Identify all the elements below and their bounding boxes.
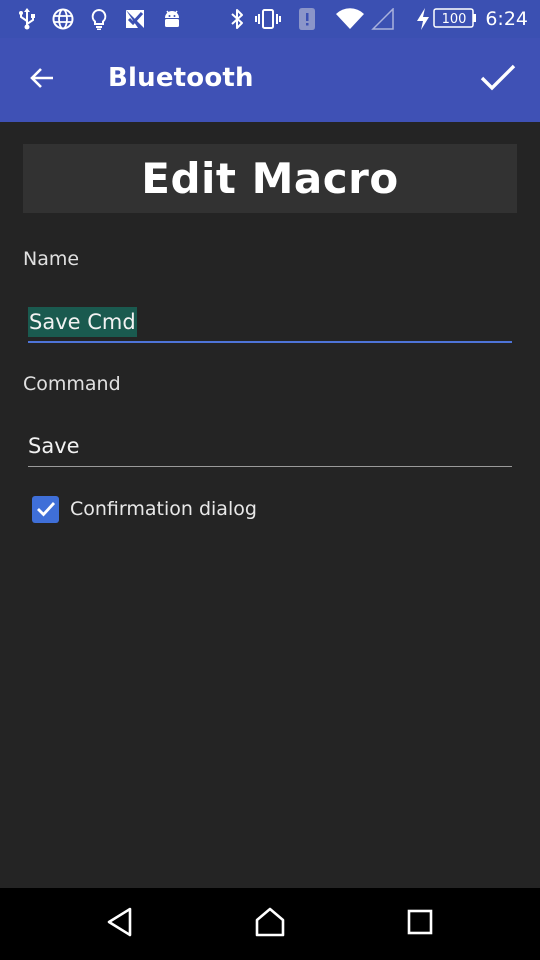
app-bar-title: Bluetooth [108, 63, 254, 93]
globe-icon [51, 7, 75, 31]
arrow-left-icon [29, 67, 55, 94]
edit-macro-header: Edit Macro [23, 144, 517, 213]
sim-alert-icon [296, 7, 318, 31]
name-label: Name [23, 248, 80, 270]
name-field-underline [28, 341, 512, 343]
page-title: Edit Macro [141, 154, 399, 203]
charging-icon [415, 7, 431, 31]
navigation-bar [0, 888, 540, 960]
app-bar: Bluetooth [0, 38, 540, 122]
battery-level: 100 [441, 11, 467, 27]
confirmation-checkbox-label: Confirmation dialog [70, 498, 257, 520]
android-icon [160, 7, 184, 31]
vibrate-icon [254, 7, 282, 31]
confirmation-dialog-row[interactable]: Confirmation dialog [32, 495, 257, 523]
nav-recents-button[interactable] [398, 904, 442, 944]
battery-icon: 100 [433, 7, 477, 31]
cell-signal-icon [370, 7, 396, 31]
confirmation-checkbox[interactable] [32, 495, 59, 523]
command-label: Command [23, 373, 121, 395]
wifi-icon [334, 7, 366, 31]
name-field[interactable]: Save Cmd [28, 303, 512, 343]
home-icon [254, 907, 286, 942]
command-field[interactable]: Save [28, 427, 512, 467]
check-flag-icon [123, 7, 147, 31]
nav-back-button[interactable] [98, 904, 142, 944]
back-button[interactable] [20, 58, 64, 102]
recents-icon [407, 909, 433, 940]
command-field-value: Save [28, 434, 80, 458]
status-bar: 100 6:24 [0, 0, 540, 38]
checkmark-icon [36, 502, 55, 517]
back-triangle-icon [106, 907, 134, 942]
bluetooth-icon [227, 7, 247, 31]
check-icon [480, 64, 516, 97]
name-field-value: Save Cmd [28, 307, 137, 337]
nav-home-button[interactable] [248, 904, 292, 944]
lightbulb-icon [88, 7, 110, 31]
usb-icon [16, 7, 38, 31]
command-field-underline [28, 466, 512, 467]
clock: 6:24 [485, 8, 528, 30]
confirm-button[interactable] [474, 56, 522, 104]
